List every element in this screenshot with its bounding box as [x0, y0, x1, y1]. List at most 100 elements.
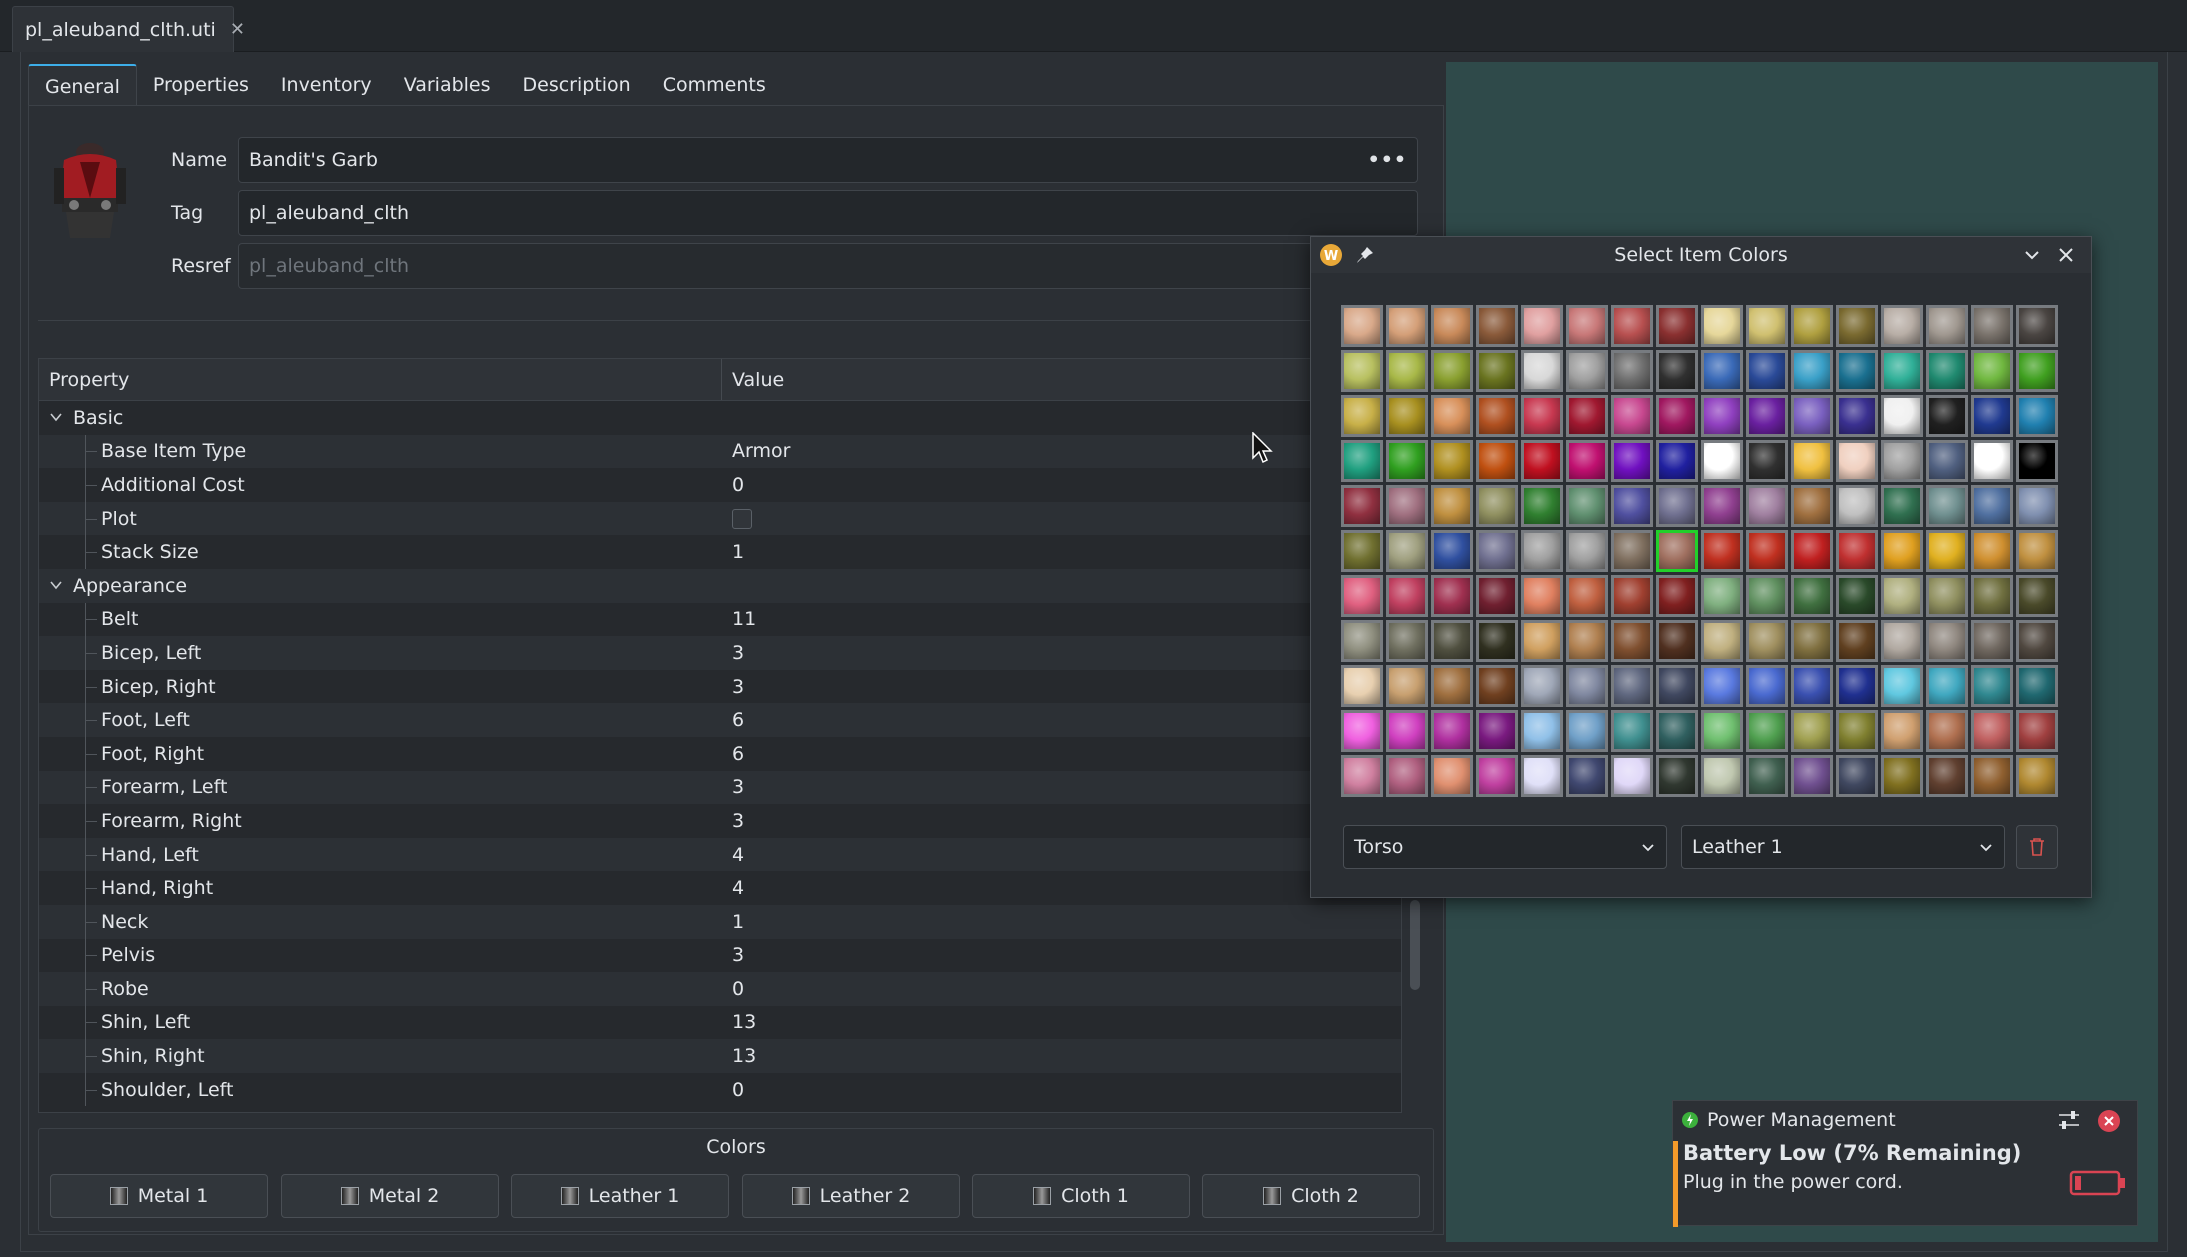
color-swatch[interactable]	[1431, 530, 1473, 572]
value-cell[interactable]: 3	[722, 642, 744, 664]
select-item-colors-dialog[interactable]: Select Item Colors W Torso Leather 1	[1310, 236, 2092, 898]
color-swatch[interactable]	[1566, 755, 1608, 797]
chevron-down-icon[interactable]	[49, 578, 63, 592]
color-swatch[interactable]	[1656, 350, 1698, 392]
color-swatch[interactable]	[1791, 305, 1833, 347]
color-swatch[interactable]	[1791, 710, 1833, 752]
color-swatch[interactable]	[1521, 665, 1563, 707]
color-swatch[interactable]	[1656, 710, 1698, 752]
color-swatch[interactable]	[1386, 710, 1428, 752]
cloth-1-button[interactable]: Cloth 1	[972, 1174, 1190, 1218]
document-tab[interactable]: pl_aleuband_clth.uti ✕	[12, 6, 245, 52]
color-swatch[interactable]	[1341, 485, 1383, 527]
tree-row[interactable]: Additional Cost 0	[39, 468, 1401, 502]
color-swatch[interactable]	[1476, 665, 1518, 707]
color-swatch[interactable]	[1746, 440, 1788, 482]
tree-scrollbar[interactable]	[1410, 900, 1420, 990]
color-swatch[interactable]	[1701, 440, 1743, 482]
color-swatch[interactable]	[1746, 530, 1788, 572]
tree-row[interactable]: Bicep, Right 3	[39, 669, 1401, 704]
color-swatch[interactable]	[1431, 755, 1473, 797]
color-swatch[interactable]	[1791, 665, 1833, 707]
color-swatch[interactable]	[1971, 665, 2013, 707]
color-swatch[interactable]	[1476, 395, 1518, 437]
tree-row[interactable]: Robe 0	[39, 972, 1401, 1006]
color-swatch[interactable]	[1386, 395, 1428, 437]
value-cell[interactable]	[722, 508, 752, 529]
value-cell[interactable]: 1	[722, 541, 744, 563]
color-swatch[interactable]	[1926, 530, 1968, 572]
leather-1-button[interactable]: Leather 1	[511, 1174, 729, 1218]
value-cell[interactable]: 13	[722, 1045, 756, 1067]
color-swatch[interactable]	[1881, 710, 1923, 752]
color-swatch[interactable]	[1386, 755, 1428, 797]
value-cell[interactable]: 0	[722, 1079, 744, 1101]
tree-row[interactable]: Hand, Right 4	[39, 871, 1401, 905]
color-swatch[interactable]	[1881, 620, 1923, 662]
tree-row[interactable]: Shin, Right 13	[39, 1039, 1401, 1073]
color-swatch[interactable]	[1611, 755, 1653, 797]
leather-2-button[interactable]: Leather 2	[742, 1174, 960, 1218]
color-swatch[interactable]	[1566, 575, 1608, 617]
resref-field[interactable]: pl_aleuband_clth	[238, 243, 1418, 289]
color-swatch[interactable]	[1701, 485, 1743, 527]
color-swatch[interactable]	[1521, 395, 1563, 437]
clear-color-button[interactable]	[2016, 825, 2058, 869]
color-swatch[interactable]	[1971, 755, 2013, 797]
color-swatch[interactable]	[1746, 350, 1788, 392]
value-cell[interactable]: 1	[722, 911, 744, 933]
color-swatch[interactable]	[1656, 755, 1698, 797]
property-tree[interactable]: Property Value Basic Base Item Type Armor A…	[38, 358, 1402, 1113]
color-swatch[interactable]	[1386, 575, 1428, 617]
color-swatch[interactable]	[1971, 620, 2013, 662]
color-swatch[interactable]	[1521, 440, 1563, 482]
color-swatch[interactable]	[1881, 440, 1923, 482]
color-swatch[interactable]	[1746, 395, 1788, 437]
value-cell[interactable]: 3	[722, 676, 744, 698]
value-cell[interactable]: 0	[722, 978, 744, 1000]
tree-row[interactable]: Foot, Left 6	[39, 703, 1401, 737]
color-swatch[interactable]	[1881, 530, 1923, 572]
color-swatch[interactable]	[1431, 575, 1473, 617]
color-swatch[interactable]	[1836, 530, 1878, 572]
color-swatch[interactable]	[1701, 710, 1743, 752]
color-swatch[interactable]	[1476, 350, 1518, 392]
tree-row[interactable]: Plot	[39, 501, 1401, 536]
color-swatch[interactable]	[1341, 665, 1383, 707]
color-swatch[interactable]	[1791, 530, 1833, 572]
chevron-down-icon[interactable]	[49, 410, 63, 424]
more-options-icon[interactable]: •••	[1368, 149, 1407, 171]
color-swatch[interactable]	[1971, 530, 2013, 572]
color-swatch[interactable]	[1836, 350, 1878, 392]
name-field[interactable]: Bandit's Garb •••	[238, 137, 1418, 183]
tree-row[interactable]: Shin, Left 13	[39, 1005, 1401, 1040]
color-swatch[interactable]	[2016, 440, 2058, 482]
color-swatch[interactable]	[1566, 665, 1608, 707]
color-swatch[interactable]	[1341, 620, 1383, 662]
color-swatch[interactable]	[2016, 485, 2058, 527]
color-swatch[interactable]	[1881, 755, 1923, 797]
color-swatch[interactable]	[1971, 395, 2013, 437]
color-swatch[interactable]	[1521, 755, 1563, 797]
color-swatch[interactable]	[1971, 305, 2013, 347]
color-swatch[interactable]	[1836, 485, 1878, 527]
color-swatch[interactable]	[1521, 575, 1563, 617]
color-swatch[interactable]	[1836, 305, 1878, 347]
color-swatch[interactable]	[1611, 530, 1653, 572]
color-swatch[interactable]	[1476, 485, 1518, 527]
color-swatch[interactable]	[1836, 755, 1878, 797]
color-swatch[interactable]	[1476, 440, 1518, 482]
tab-comments[interactable]: Comments	[647, 64, 782, 106]
color-swatch[interactable]	[1341, 575, 1383, 617]
color-swatch[interactable]	[1836, 620, 1878, 662]
color-swatch[interactable]	[1431, 620, 1473, 662]
color-swatch[interactable]	[1431, 710, 1473, 752]
color-swatch[interactable]	[1971, 350, 2013, 392]
color-swatch[interactable]	[1656, 530, 1698, 572]
color-swatch[interactable]	[2016, 665, 2058, 707]
color-swatch[interactable]	[1791, 485, 1833, 527]
color-swatch[interactable]	[1746, 305, 1788, 347]
tab-inventory[interactable]: Inventory	[265, 64, 388, 106]
color-swatch[interactable]	[1611, 350, 1653, 392]
settings-sliders-icon[interactable]	[2057, 1109, 2081, 1131]
